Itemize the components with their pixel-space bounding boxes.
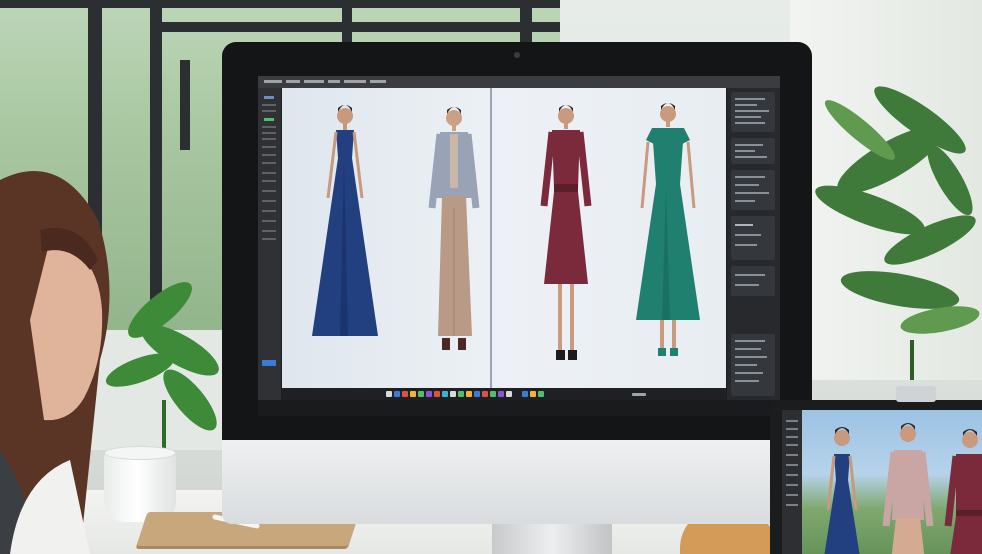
- left-toolbar[interactable]: [258, 88, 282, 400]
- app-icon[interactable]: [482, 391, 488, 397]
- app-icon[interactable]: [530, 391, 536, 397]
- app-icon[interactable]: [538, 391, 544, 397]
- desktop-monitor: [222, 42, 812, 524]
- design-canvas[interactable]: [282, 88, 726, 388]
- office-scene: [0, 0, 982, 554]
- tool-icon[interactable]: [264, 96, 274, 99]
- figure-tweed-outfit: [428, 107, 480, 350]
- tablet-toolbar[interactable]: [782, 410, 802, 554]
- app-icon[interactable]: [458, 391, 464, 397]
- app-icon[interactable]: [450, 391, 456, 397]
- fashion-figures: [312, 103, 700, 360]
- app-icon[interactable]: [490, 391, 496, 397]
- tablet-device: [770, 386, 982, 554]
- app-icon[interactable]: [466, 391, 472, 397]
- app-menubar[interactable]: [258, 76, 780, 88]
- figure-burgundy-dress: [540, 105, 592, 360]
- tablet-figure-navy-gown: [824, 427, 860, 554]
- monitor-screen: [258, 76, 780, 416]
- app-icon[interactable]: [410, 391, 416, 397]
- menu-items[interactable]: [262, 76, 482, 88]
- tablet-figure-floral-jacket: [882, 423, 934, 554]
- panel-section[interactable]: [731, 266, 775, 296]
- tablet-stand: [896, 386, 936, 402]
- tray-indicator: [632, 393, 646, 396]
- tablet-figure-burgundy-dress: [944, 429, 982, 554]
- app-icon[interactable]: [506, 391, 512, 397]
- app-icon[interactable]: [474, 391, 480, 397]
- figure-teal-dress: [636, 103, 700, 356]
- app-icon[interactable]: [402, 391, 408, 397]
- app-icon[interactable]: [394, 391, 400, 397]
- split-divider[interactable]: [490, 88, 492, 388]
- active-tool-icon[interactable]: [262, 360, 276, 366]
- panel-section[interactable]: [731, 216, 775, 260]
- webcam-icon: [514, 52, 520, 58]
- app-icon[interactable]: [418, 391, 424, 397]
- properties-panel[interactable]: [726, 88, 780, 400]
- app-icon[interactable]: [522, 391, 528, 397]
- monitor-chin: [222, 440, 812, 524]
- app-icon[interactable]: [426, 391, 432, 397]
- status-bar: [258, 400, 780, 416]
- app-icon[interactable]: [442, 391, 448, 397]
- tablet-figures: [824, 423, 982, 554]
- tool-icon[interactable]: [264, 118, 274, 121]
- figure-navy-gown: [312, 105, 378, 336]
- person-viewer: [0, 171, 110, 554]
- app-icon[interactable]: [498, 391, 504, 397]
- potted-plant-right: [815, 86, 980, 380]
- app-icon[interactable]: [434, 391, 440, 397]
- tablet-screen: [782, 410, 982, 554]
- taskbar[interactable]: [282, 388, 726, 400]
- app-icon[interactable]: [386, 391, 392, 397]
